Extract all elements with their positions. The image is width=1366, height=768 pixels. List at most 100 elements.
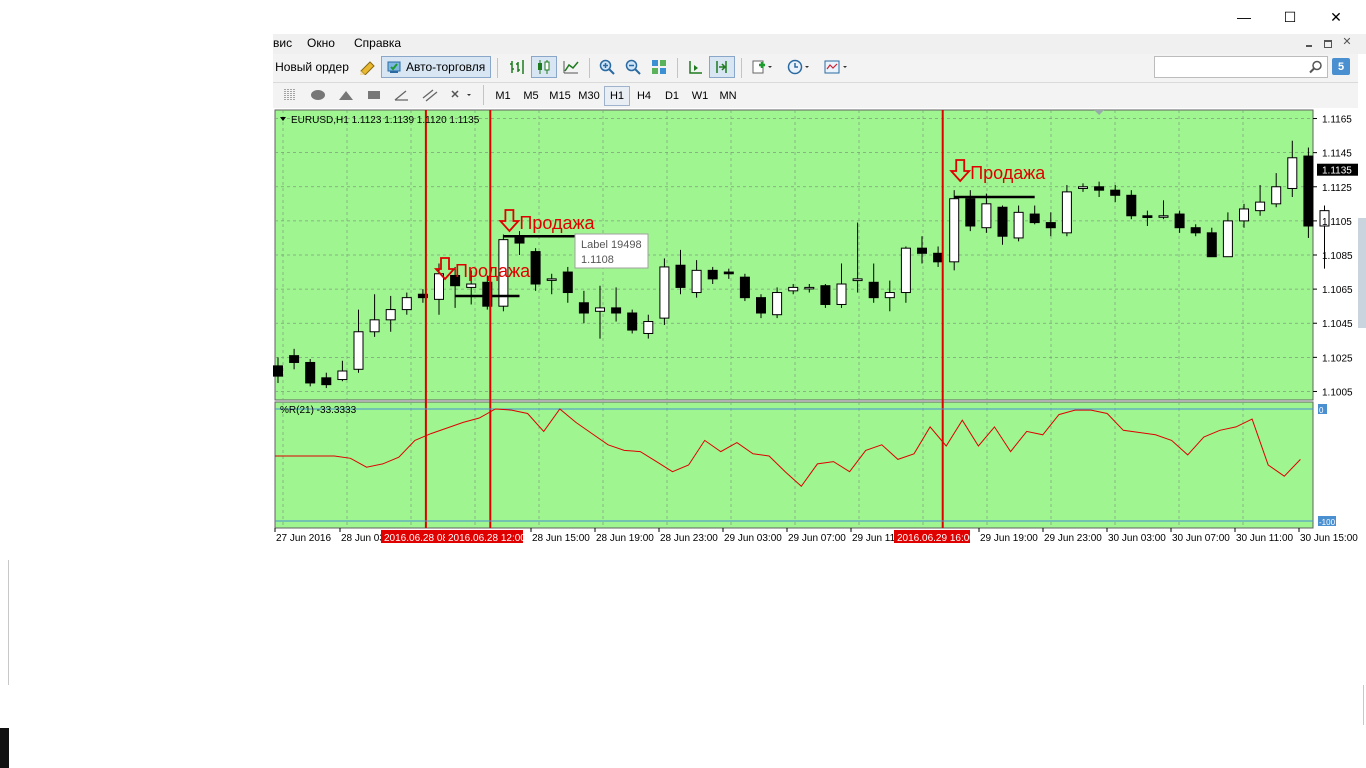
indicators-button[interactable] — [747, 56, 777, 78]
timeframe-m30[interactable]: M30 — [575, 86, 603, 106]
autoscroll-button[interactable] — [709, 56, 735, 78]
candle-body — [756, 297, 766, 314]
candle-body — [836, 283, 847, 305]
search-field[interactable] — [1159, 59, 1303, 77]
candle-body — [643, 321, 654, 334]
candle-body — [337, 370, 348, 381]
candle-body — [530, 251, 541, 285]
child-minimize-button[interactable] — [1304, 40, 1314, 48]
timeframe-h4[interactable]: H4 — [631, 86, 657, 106]
close-icon: ✕ — [1330, 8, 1342, 25]
time-label: 29 Jun 11 — [852, 533, 896, 544]
chart-window[interactable]: Продажа Продажа Продажа Label 19498 1.1108 EU… — [273, 108, 1358, 550]
drawing-toolbar — [273, 83, 1358, 109]
angle-line-tool[interactable] — [389, 84, 415, 106]
timeframe-mn[interactable]: MN — [715, 86, 741, 106]
candle-body — [578, 302, 589, 314]
channel-tool[interactable] — [417, 84, 443, 106]
current-price-label: 1.1135 — [1322, 166, 1352, 177]
timeframe-h1[interactable]: H1 — [604, 86, 630, 106]
time-label: 30 Jun 07:00 — [1172, 533, 1230, 544]
ellipse-icon — [311, 90, 325, 100]
zoom-in-button[interactable] — [595, 56, 619, 78]
menu-item-service[interactable]: вис — [273, 36, 292, 50]
candle-body — [868, 281, 879, 299]
candle-body — [1142, 215, 1153, 218]
candle-body — [1303, 155, 1314, 227]
menu-bar — [273, 34, 1366, 54]
candlestick-icon — [538, 60, 550, 74]
indicator-top-label: 0 — [1319, 406, 1324, 415]
candle-body — [321, 377, 332, 386]
candlestick-chart-button[interactable] — [531, 56, 557, 78]
highlighted-time-label: 2016.06.29 16:00 — [897, 533, 975, 544]
scrollbar-track[interactable] — [1358, 218, 1366, 328]
ellipse-tool[interactable] — [305, 84, 331, 106]
timeframe-m5[interactable]: M5 — [518, 86, 544, 106]
chart-symbol-title: EURUSD,H1 1.1123 1.1139 1.1120 1.1135 — [291, 115, 480, 126]
timeframe-w1[interactable]: W1 — [687, 86, 713, 106]
candle-body — [917, 247, 927, 254]
time-label: 28 Jun 15:00 — [532, 533, 590, 544]
minimize-button[interactable]: — — [1222, 4, 1266, 30]
templates-button[interactable] — [819, 56, 853, 78]
timeframe-m15[interactable]: M15 — [546, 86, 574, 106]
price-label: 1.1065 — [1322, 285, 1353, 296]
time-label: 28 Jun 03 — [341, 533, 385, 544]
candle-body — [1158, 215, 1169, 218]
tile-windows-button[interactable] — [647, 56, 671, 78]
candle-body — [772, 292, 783, 316]
candle-body — [305, 361, 316, 384]
menu-item-window[interactable]: Окно — [307, 36, 335, 50]
chart-shift-button[interactable] — [683, 56, 707, 78]
child-close-button[interactable]: ✕ — [1341, 36, 1353, 48]
candle-body — [707, 269, 718, 280]
timeframe-m1[interactable]: M1 — [490, 86, 516, 106]
pencil-icon — [360, 61, 375, 75]
maximize-button[interactable]: ☐ — [1268, 4, 1312, 30]
arrows-icon — [451, 90, 471, 98]
search-input[interactable] — [1154, 56, 1328, 78]
candle-body — [1045, 222, 1056, 229]
price-label: 1.1005 — [1322, 387, 1353, 398]
candle-body — [385, 309, 396, 321]
time-label: 30 Jun 03:00 — [1108, 533, 1166, 544]
fibonacci-fan-tool[interactable] — [279, 84, 301, 106]
zoom-out-button[interactable] — [621, 56, 645, 78]
timeframe-d1[interactable]: D1 — [659, 86, 685, 106]
clock-icon — [787, 59, 809, 75]
periods-button[interactable] — [783, 56, 815, 78]
autotrading-button[interactable]: Авто-торговля — [381, 56, 491, 78]
candle-body — [739, 276, 750, 299]
close-icon: ✕ — [1342, 36, 1352, 48]
candle-body — [949, 198, 960, 263]
candle-body — [1174, 213, 1185, 229]
time-label: 28 Jun 19:00 — [596, 533, 654, 544]
close-button[interactable]: ✕ — [1314, 4, 1358, 30]
arrows-menu-button[interactable] — [447, 84, 477, 106]
candle-body — [611, 307, 622, 314]
candle-body — [675, 264, 686, 288]
rectangle-tool[interactable] — [361, 84, 387, 106]
new-order-button[interactable]: Новый ордер — [273, 56, 351, 78]
time-label: 28 Jun 23:00 — [660, 533, 718, 544]
line-chart-button[interactable] — [559, 56, 583, 78]
main-toolbar: Новый ордер Авто-торговля 5 — [273, 54, 1358, 83]
line-chart-icon — [563, 61, 579, 74]
search-icon[interactable] — [1309, 60, 1323, 74]
notifications-button[interactable]: 5 — [1332, 58, 1350, 75]
candle-body — [1255, 201, 1266, 212]
triangle-tool[interactable] — [333, 84, 359, 106]
candle-body — [981, 203, 992, 229]
candle-body — [1029, 213, 1040, 224]
candle-body — [401, 297, 412, 311]
candle-body — [965, 198, 976, 227]
candle-body — [804, 286, 815, 290]
bar-chart-button[interactable] — [505, 56, 529, 78]
highlighted-time-label: 2016.06.28 08 — [384, 533, 448, 544]
menu-item-help[interactable]: Справка — [354, 36, 401, 50]
price-label: 1.1025 — [1322, 353, 1353, 364]
order-tool-button[interactable] — [357, 56, 379, 78]
child-restore-button[interactable] — [1323, 38, 1333, 48]
candle-body — [691, 269, 702, 294]
